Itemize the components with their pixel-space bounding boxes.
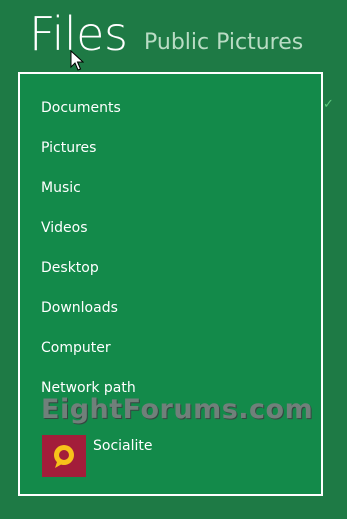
check-icon: ✓ [323,97,334,112]
location-title[interactable]: Public Pictures [144,28,303,58]
file-picker-screen: { "header": { "app_title": "Files", "loc… [0,0,347,519]
mouse-cursor-icon [70,50,84,71]
menu-item-desktop[interactable]: Desktop [41,258,99,278]
socialite-app-icon [54,445,74,468]
menu-item-pictures[interactable]: Pictures [41,138,96,158]
watermark: EightForums.com [41,394,314,425]
menu-item-computer[interactable]: Computer [41,338,111,358]
menu-item-documents[interactable]: Documents [41,98,121,118]
socialite-app-tile[interactable] [42,435,86,477]
menu-item-videos[interactable]: Videos [41,218,88,238]
location-menu: Documents Pictures Music Videos Desktop … [18,72,323,496]
menu-item-music[interactable]: Music [41,178,81,198]
menu-item-downloads[interactable]: Downloads [41,298,118,318]
app-name-socialite[interactable]: Socialite [93,436,153,456]
